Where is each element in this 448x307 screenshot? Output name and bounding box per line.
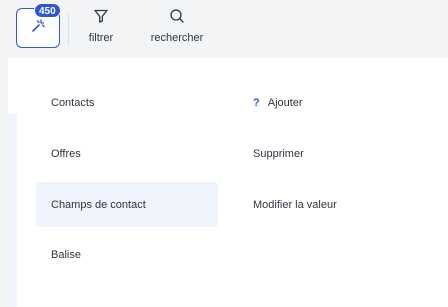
search-label: rechercher bbox=[150, 32, 204, 44]
menu-item-contacts[interactable]: Contacts bbox=[36, 80, 218, 125]
panel-edge bbox=[8, 114, 17, 307]
menu-item-label: Champs de contact bbox=[51, 198, 146, 211]
action-label: Supprimer bbox=[253, 147, 304, 160]
filter-icon bbox=[93, 8, 109, 29]
menu-item-label: Offres bbox=[51, 147, 81, 160]
action-label: Ajouter bbox=[267, 96, 303, 109]
action-label: Modifier la valeur bbox=[253, 198, 337, 211]
magic-wand-icon bbox=[29, 17, 47, 40]
question-icon: ? bbox=[253, 96, 260, 109]
toolbar-divider bbox=[68, 14, 69, 46]
menu-item-champs-de-contact[interactable]: Champs de contact bbox=[36, 182, 218, 227]
menu-item-offres[interactable]: Offres bbox=[36, 131, 218, 176]
action-ajouter[interactable]: ? Ajouter bbox=[244, 80, 424, 125]
menu-item-label: Contacts bbox=[51, 96, 95, 109]
notification-badge: 450 bbox=[34, 3, 61, 18]
menu-item-label: Balise bbox=[51, 248, 81, 261]
action-supprimer[interactable]: Supprimer bbox=[244, 131, 424, 176]
toolbar: 450 filtrer rechercher bbox=[0, 0, 448, 58]
action-modifier-la-valeur[interactable]: Modifier la valeur bbox=[244, 182, 424, 227]
menu-item-balise[interactable]: Balise bbox=[36, 232, 218, 277]
filter-button[interactable]: filtrer bbox=[84, 8, 118, 44]
search-button[interactable]: rechercher bbox=[146, 8, 208, 44]
filter-label: filtrer bbox=[88, 32, 114, 44]
search-icon bbox=[169, 8, 185, 29]
